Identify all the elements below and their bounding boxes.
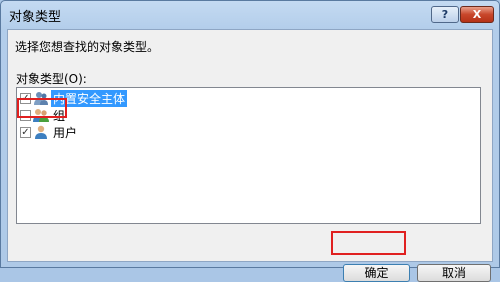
object-types-list[interactable]: ✓ 内置安全主体 组 ✓ 用户 (16, 87, 481, 224)
help-button[interactable]: ? (431, 6, 459, 23)
prompt-text: 选择您想查找的对象类型。 (15, 40, 160, 54)
title-bar[interactable]: 对象类型 ? X (1, 1, 499, 29)
ok-highlight-outline (331, 231, 406, 255)
group-highlight-outline (17, 98, 67, 118)
list-item-label: 用户 (53, 125, 78, 140)
user-checkbox[interactable]: ✓ (20, 126, 31, 138)
close-button[interactable]: X (460, 6, 494, 23)
user-icon (35, 125, 47, 139)
object-types-label: 对象类型(O): (16, 72, 87, 86)
ok-button[interactable]: 确定 (343, 264, 410, 282)
window-title: 对象类型 (9, 10, 62, 25)
dialog-body: 选择您想查找的对象类型。 对象类型(O): ✓ 内置安全主体 组 ✓ 用户 确定… (7, 29, 493, 282)
cancel-button[interactable]: 取消 (417, 264, 491, 282)
list-item-user[interactable]: ✓ 用户 (20, 124, 79, 140)
